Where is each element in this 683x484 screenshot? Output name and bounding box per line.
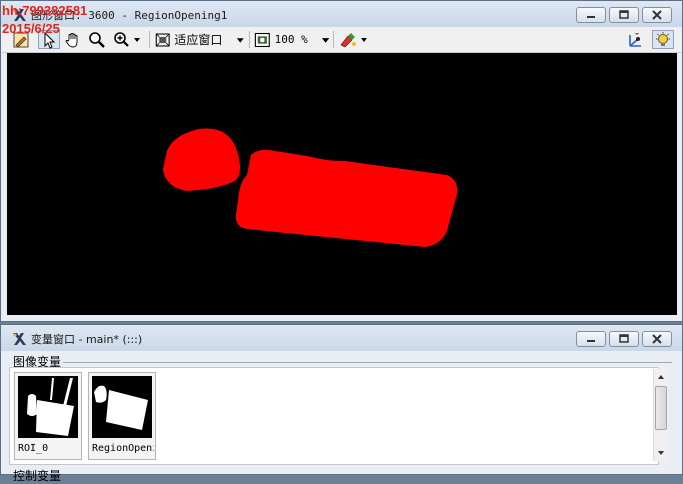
halcon-app-icon <box>11 331 27 347</box>
graphics-toolbar: 适应窗口 100 % <box>2 27 681 53</box>
thumbnails-scrollbar[interactable] <box>653 369 668 461</box>
zoom-button[interactable] <box>86 30 108 49</box>
chevron-down-icon <box>237 37 245 43</box>
zoom-in-icon <box>114 31 140 47</box>
scrollbar-thumb[interactable] <box>655 386 667 430</box>
image-display-canvas[interactable] <box>7 53 677 315</box>
maximize-button[interactable] <box>609 7 639 23</box>
roi-0-preview <box>18 376 78 438</box>
graphics-window-titlebar[interactable]: 图形窗口: 3600 - RegionOpening1 <box>1 1 682 27</box>
image-variables-list: ROI_0 RegionOpening1 <box>9 367 659 465</box>
thumbnail-roi-0[interactable]: ROI_0 <box>14 372 82 460</box>
minimize-button[interactable] <box>576 7 606 23</box>
close-button[interactable] <box>642 7 672 23</box>
color-settings-dropdown[interactable] <box>337 30 371 49</box>
maximize-icon <box>619 10 629 19</box>
set-parameters-button[interactable] <box>624 30 646 49</box>
zoom-percent-label: 100 % <box>274 33 308 46</box>
fit-window-dropdown[interactable]: 适应窗口 <box>155 30 245 49</box>
graphics-window: 图形窗口: 3600 - RegionOpening1 适应窗口 100 % <box>0 0 683 322</box>
variable-window-titlebar[interactable]: 变量窗口 - main* (:::) <box>1 325 682 351</box>
fit-window-label: 适应窗口 <box>174 33 223 47</box>
control-variables-label: 控制变量 <box>13 469 62 483</box>
region-left-blob <box>163 128 241 191</box>
minimize-icon <box>587 16 595 18</box>
thumbnail-region-opening1[interactable]: RegionOpening1 <box>88 372 156 460</box>
light-button[interactable] <box>652 30 674 49</box>
region-display <box>163 128 458 247</box>
scroll-down-icon[interactable] <box>655 447 667 459</box>
chevron-down-icon <box>321 37 330 43</box>
variable-window: 变量窗口 - main* (:::) 图像变量 ROI_0 RegionOpen… <box>0 324 683 483</box>
zoom-level-icon <box>254 32 270 47</box>
watermark-line1: hh:799382581 <box>2 3 88 18</box>
zoom-in-dropdown[interactable] <box>110 30 144 49</box>
thumbnail-caption: RegionOpening1 <box>92 443 154 454</box>
thumbnail-caption: ROI_0 <box>18 443 49 454</box>
close-icon <box>652 334 662 344</box>
region-main-blob <box>235 149 458 247</box>
maximize-icon <box>619 334 629 343</box>
close-icon <box>652 10 662 20</box>
zoom-percent-dropdown[interactable]: 100 % <box>254 30 330 49</box>
variable-window-title: 变量窗口 - main* (:::) <box>31 333 143 346</box>
paint-palette-icon <box>340 32 367 47</box>
axes-icon <box>629 32 641 47</box>
magnifier-icon <box>89 31 105 48</box>
pan-hand-button[interactable] <box>62 30 84 49</box>
hand-icon <box>65 32 78 47</box>
watermark-line2: 2015/6/25 <box>2 21 60 36</box>
fit-window-icon <box>155 32 170 47</box>
group-divider <box>63 362 672 363</box>
lightbulb-icon <box>656 31 670 46</box>
minimize-button[interactable] <box>576 331 606 347</box>
maximize-button[interactable] <box>609 331 639 347</box>
minimize-icon <box>587 340 595 342</box>
close-button[interactable] <box>642 331 672 347</box>
region-opening1-preview <box>92 376 152 438</box>
scroll-up-icon[interactable] <box>655 371 667 383</box>
